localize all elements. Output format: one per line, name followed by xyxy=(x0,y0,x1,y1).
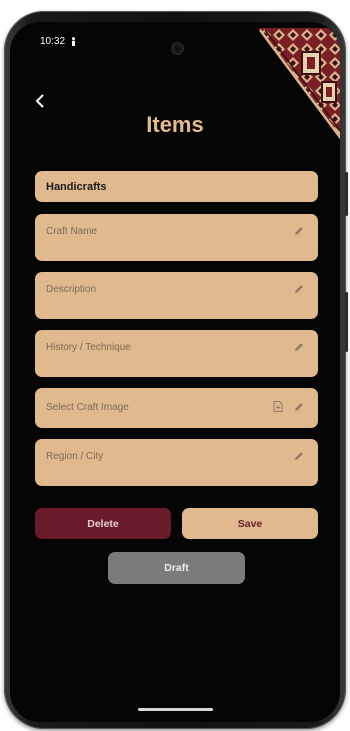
pencil-icon[interactable] xyxy=(294,342,304,352)
category-label: Handicrafts xyxy=(35,171,318,202)
craft-name-placeholder: Craft Name xyxy=(46,226,98,237)
delete-button[interactable]: Delete xyxy=(35,508,171,539)
status-time: 10:32 xyxy=(40,36,66,47)
pencil-icon[interactable] xyxy=(294,284,304,294)
power-button xyxy=(345,292,348,352)
craft-image-selector[interactable]: Select Craft Image xyxy=(35,388,318,428)
pencil-icon[interactable] xyxy=(294,226,304,236)
front-camera xyxy=(171,42,184,55)
person-icon xyxy=(72,37,75,46)
history-technique-placeholder: History / Technique xyxy=(46,342,131,353)
region-city-placeholder: Region / City xyxy=(46,451,104,462)
page-title: Items xyxy=(146,112,204,137)
craft-name-field[interactable]: Craft Name xyxy=(35,214,318,261)
draft-button[interactable]: Draft xyxy=(108,552,245,584)
back-button[interactable] xyxy=(30,90,50,112)
description-field[interactable]: Description xyxy=(35,272,318,319)
chevron-left-icon xyxy=(35,94,44,108)
history-technique-field[interactable]: History / Technique xyxy=(35,330,318,377)
save-button[interactable]: Save xyxy=(182,508,318,539)
description-placeholder: Description xyxy=(46,284,97,295)
volume-button xyxy=(345,172,348,216)
craft-image-placeholder: Select Craft Image xyxy=(46,402,129,413)
file-add-icon[interactable] xyxy=(273,401,283,412)
app-screen: 10:32 Items Handicrafts Craft Name Descr… xyxy=(10,22,340,722)
pencil-icon[interactable] xyxy=(294,402,304,412)
region-city-field[interactable]: Region / City xyxy=(35,439,318,486)
home-indicator[interactable] xyxy=(138,708,213,711)
pencil-icon[interactable] xyxy=(294,451,304,461)
